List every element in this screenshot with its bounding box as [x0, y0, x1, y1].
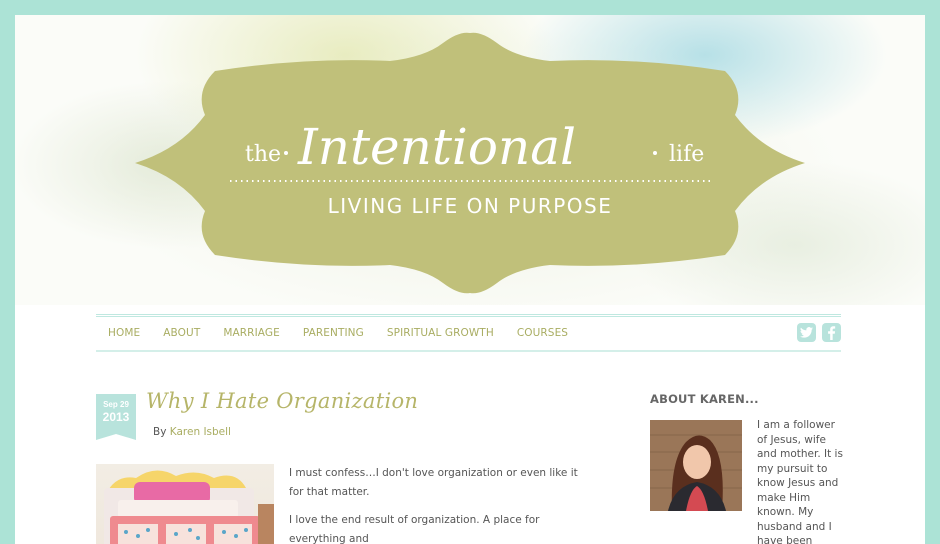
wood-wall	[258, 504, 274, 544]
author-photo	[650, 420, 742, 511]
post-featured-image[interactable]	[96, 464, 274, 544]
post-date-badge: Sep 29 2013	[96, 394, 136, 440]
logo-title-main: Intentional	[297, 118, 576, 176]
logo[interactable]: the Intentional life LIVING LIFE ON PURP…	[15, 15, 925, 305]
social-links	[797, 323, 841, 342]
post-excerpt: I must confess…I don't love organization…	[289, 464, 589, 544]
post-date-year: 2013	[102, 410, 130, 424]
nav-item-courses[interactable]: COURSES	[517, 327, 568, 339]
twitter-bird-icon	[800, 327, 813, 338]
avatar[interactable]	[650, 420, 742, 511]
craft-machine-image	[104, 470, 274, 544]
post-paragraph-2: I love the end result of organization. A…	[289, 514, 540, 544]
main-nav: HOME ABOUT MARRIAGE PARENTING SPIRITUAL …	[96, 314, 841, 352]
nav-item-parenting[interactable]: PARENTING	[303, 327, 364, 339]
site-header: the Intentional life LIVING LIFE ON PURP…	[15, 15, 925, 305]
post-paragraph-1: I must confess…I don't love organization…	[289, 467, 578, 498]
photo-face	[683, 445, 711, 479]
post-author-link[interactable]: Karen Isbell	[170, 426, 231, 438]
post-title[interactable]: Why I Hate Organization	[146, 389, 418, 413]
logo-title-prefix: the	[245, 142, 281, 167]
byline-by: By	[153, 426, 167, 438]
nav-item-home[interactable]: HOME	[108, 327, 140, 339]
nav-items: HOME ABOUT MARRIAGE PARENTING SPIRITUAL …	[108, 327, 568, 339]
facebook-f-icon	[828, 325, 836, 340]
sidebar-title: ABOUT KAREN...	[650, 392, 759, 406]
nav-item-marriage[interactable]: MARRIAGE	[223, 327, 280, 339]
facebook-icon[interactable]	[822, 323, 841, 342]
logo-dot-left	[284, 151, 288, 155]
post-date-month-day: Sep 29	[103, 400, 129, 409]
post-byline: By Karen Isbell	[153, 426, 231, 438]
nav-item-spiritual-growth[interactable]: SPIRITUAL GROWTH	[387, 327, 494, 339]
cart-drawer-right	[214, 524, 252, 544]
sidebar-bio: I am a follower of Jesus, wife and mothe…	[757, 419, 843, 544]
page: the Intentional life LIVING LIFE ON PURP…	[15, 15, 925, 544]
logo-tagline: LIVING LIFE ON PURPOSE	[328, 194, 613, 218]
nav-item-about[interactable]: ABOUT	[163, 327, 200, 339]
machine-body	[118, 500, 238, 518]
cart-drawer-middle	[166, 524, 206, 544]
twitter-icon[interactable]	[797, 323, 816, 342]
logo-title-suffix: life	[669, 142, 704, 167]
logo-dot-right	[653, 151, 657, 155]
